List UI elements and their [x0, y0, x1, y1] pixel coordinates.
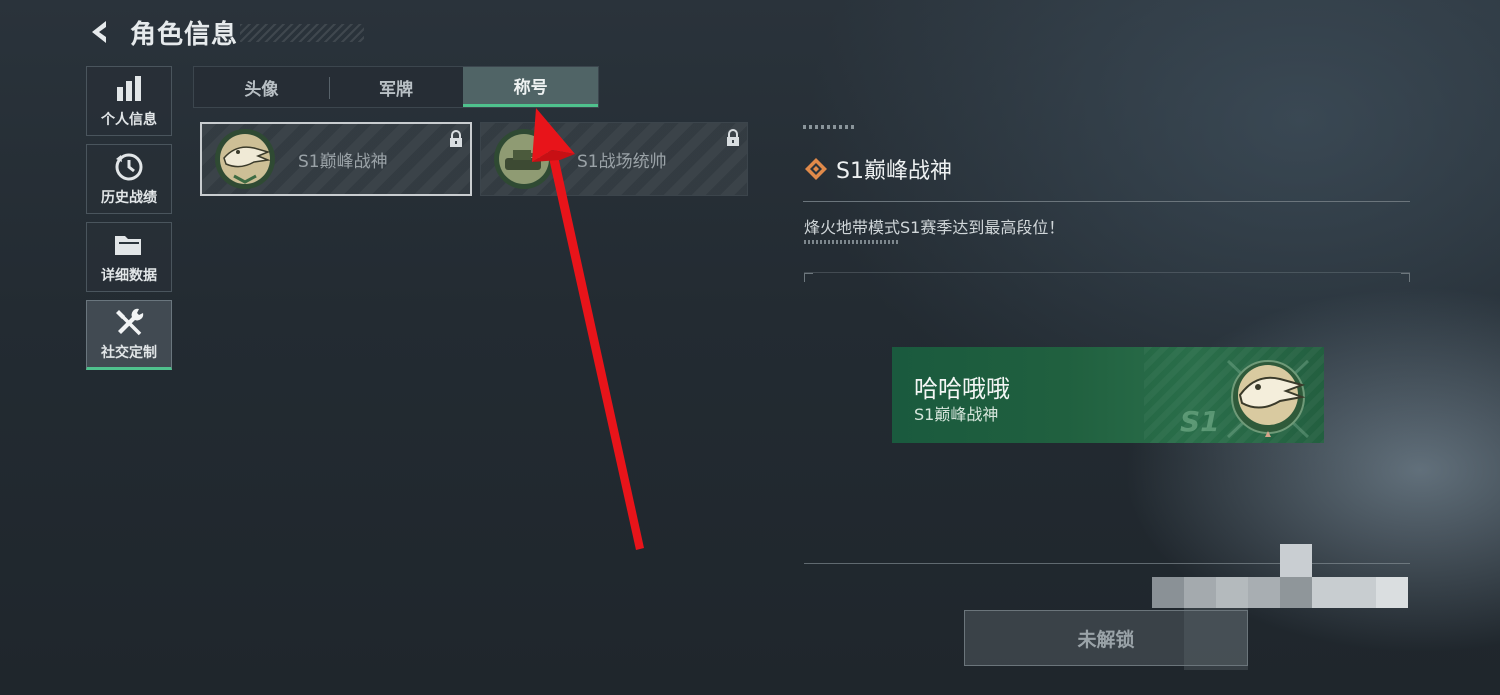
- detail-header: S1巅峰战神: [804, 153, 952, 185]
- history-clock-icon: [115, 153, 143, 181]
- title-preview-banner: 哈哈哦哦 S1巅峰战神 S1: [892, 347, 1324, 443]
- mosaic-block: [1216, 577, 1248, 608]
- detail-title: S1巅峰战神: [836, 159, 952, 184]
- sidebar-item-personal-info[interactable]: 个人信息: [86, 66, 172, 136]
- sidebar-item-label: 历史战绩: [101, 190, 157, 206]
- sidebar-item-social-custom[interactable]: 社交定制: [86, 300, 172, 370]
- sidebar: 个人信息 历史战绩 详细数据 社交定制: [86, 66, 174, 378]
- unlock-button[interactable]: 未解锁: [964, 610, 1248, 666]
- sidebar-item-history[interactable]: 历史战绩: [86, 144, 172, 214]
- title-card-selected[interactable]: S1巅峰战神: [200, 122, 472, 196]
- mosaic-block: [1152, 577, 1184, 608]
- chevron-left-icon[interactable]: [86, 18, 112, 46]
- tab-bar: 头像 军牌 称号: [193, 66, 599, 108]
- tab-title[interactable]: 称号: [463, 67, 599, 107]
- mosaic-block: [1184, 577, 1216, 608]
- tab-avatar[interactable]: 头像: [194, 67, 329, 107]
- folder-icon: [115, 236, 141, 255]
- title-card-label: S1巅峰战神: [298, 151, 388, 172]
- divider: [803, 201, 1410, 202]
- page-header: 角色信息: [86, 14, 238, 50]
- detail-description: 烽火地带模式S1赛季达到最高段位！: [804, 218, 1065, 237]
- sidebar-item-label: 社交定制: [101, 345, 157, 361]
- description-decoration: [804, 240, 900, 244]
- tools-icon: [116, 308, 144, 336]
- sidebar-item-detailed-data[interactable]: 详细数据: [86, 222, 172, 292]
- sidebar-item-label: 详细数据: [101, 268, 157, 284]
- detail-decoration: [803, 125, 857, 129]
- bar-chart-icon: [117, 76, 141, 101]
- title-card-label: S1战场统帅: [577, 151, 667, 172]
- mosaic-block: [1280, 544, 1312, 578]
- mosaic-block: [1248, 577, 1280, 608]
- lock-icon: [450, 130, 462, 147]
- lock-icon: [727, 129, 739, 146]
- preview-title-text: S1巅峰战神: [914, 405, 999, 424]
- page-title: 角色信息: [130, 19, 239, 50]
- frame-corner: [1401, 273, 1410, 282]
- crocodile-emblem-icon: [215, 129, 275, 189]
- diamond-icon: [805, 158, 827, 180]
- preview-player-name: 哈哈哦哦: [914, 375, 1010, 403]
- mosaic-block: [1376, 577, 1408, 608]
- sidebar-item-label: 个人信息: [101, 112, 157, 128]
- tank-emblem-icon: [494, 129, 554, 189]
- mosaic-block: [1312, 577, 1376, 608]
- crocodile-emblem-icon: [1226, 359, 1310, 439]
- mosaic-block: [1280, 577, 1312, 608]
- title-decoration: [240, 24, 364, 42]
- title-card[interactable]: S1战场统帅: [480, 122, 748, 196]
- season-mark: S1: [1180, 405, 1220, 438]
- tab-dog-tag[interactable]: 军牌: [328, 67, 464, 107]
- frame-corner: [804, 273, 813, 282]
